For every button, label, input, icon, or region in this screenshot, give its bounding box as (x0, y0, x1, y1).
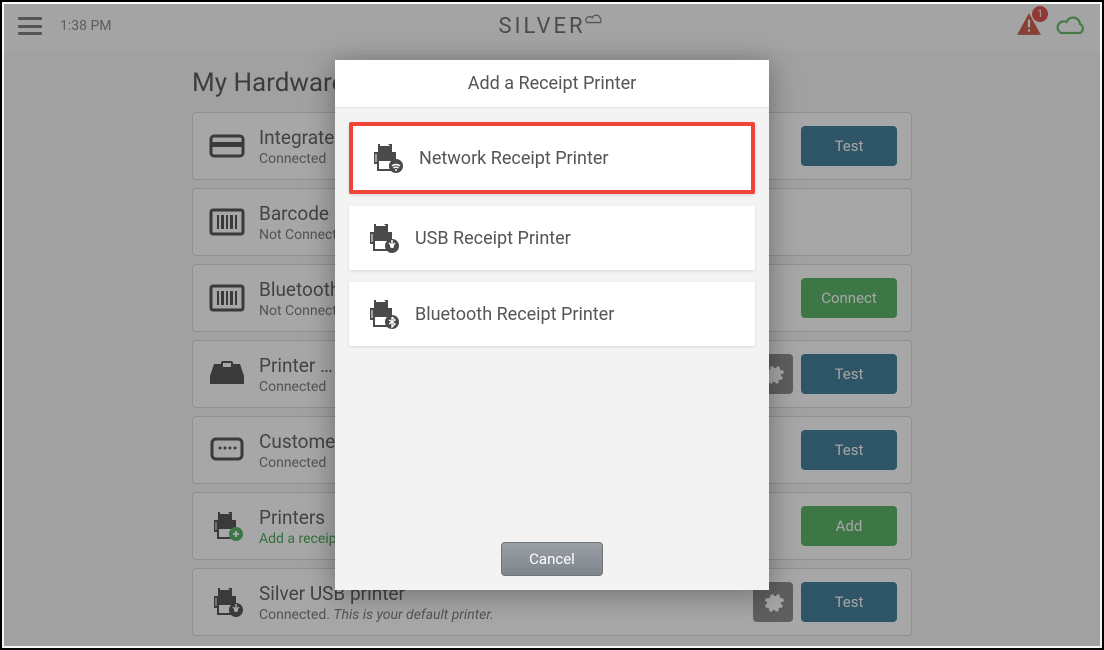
printer-wifi-icon (365, 142, 409, 174)
printer-option[interactable]: Bluetooth Receipt Printer (349, 282, 755, 346)
printer-bt-icon (361, 298, 405, 330)
modal-body: Network Receipt Printer USB Receipt Print… (335, 108, 769, 528)
printer-option-label: Bluetooth Receipt Printer (415, 304, 614, 325)
printer-option[interactable]: USB Receipt Printer (349, 206, 755, 270)
cancel-button[interactable]: Cancel (501, 542, 603, 576)
printer-usb-icon (361, 222, 405, 254)
printer-option-label: Network Receipt Printer (419, 148, 609, 169)
printer-option[interactable]: Network Receipt Printer (349, 122, 755, 194)
printer-option-label: USB Receipt Printer (415, 228, 571, 249)
modal-title: Add a Receipt Printer (335, 60, 769, 108)
add-printer-modal: Add a Receipt Printer Network Receipt Pr… (335, 60, 769, 590)
